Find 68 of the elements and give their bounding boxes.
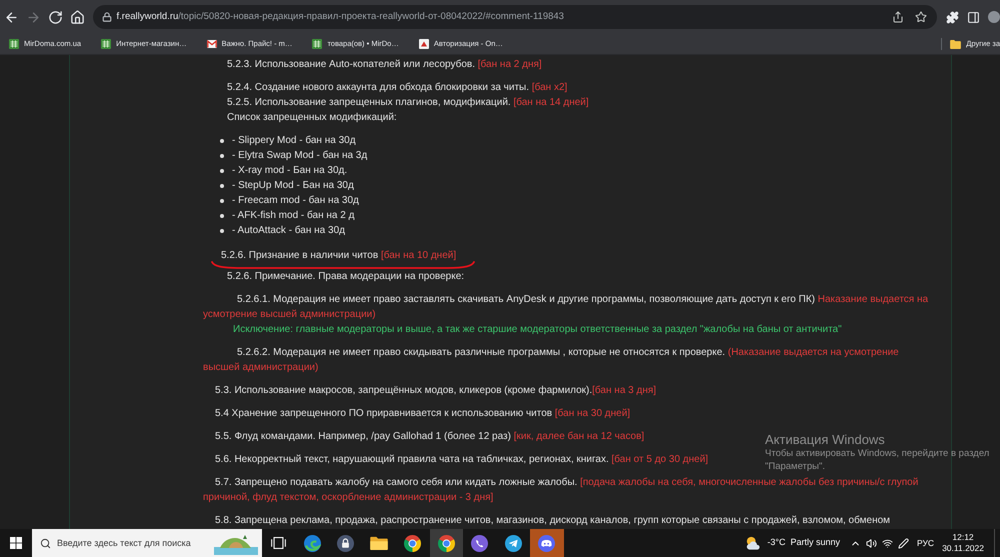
rule-text: 5.5. Флуд командами. Например, /pay Gallohad 1 (более 12 раз) [кик, далее бан на 12 часов] [214, 430, 644, 444]
rule-text: 5.2.6. Признание в наличии читов [бан на 10 дней] [221, 250, 458, 261]
list-item: - X-ray mod - Бан на 30д. [232, 164, 348, 178]
side-panel-icon[interactable] [966, 10, 980, 24]
lock-icon [102, 12, 112, 22]
language-indicator[interactable]: РУС [917, 536, 934, 550]
rule-text: 5.2.6. Примечание. Права модерации на проверке: [226, 270, 464, 284]
bullet-icon [220, 214, 224, 218]
phone-bubble-icon [471, 534, 488, 552]
bullet-icon [220, 198, 224, 202]
bullet-icon [220, 138, 224, 142]
folder-icon [370, 536, 388, 550]
list-item: - AFK-fish mod - бан на 2 д [232, 209, 354, 223]
bullet-icon [220, 168, 224, 172]
extensions-icon[interactable] [946, 10, 959, 24]
wifi-icon[interactable] [882, 538, 894, 548]
clock-time[interactable]: 12:12 [952, 532, 974, 543]
pen-icon[interactable] [898, 538, 910, 548]
activation-title: Активация Windows [765, 432, 886, 448]
rule-text: 5.2.6.2. Модерация не имеет право скидывать различные программы , которые не относятся к проверке. (Наказание выдается на усмотрение высшей администрации) [203, 346, 900, 375]
rule-text: 5.2.5. Использование запрещенных плагинов, модификаций. [бан на 14 дней] [226, 96, 589, 110]
page-favicon-icon [418, 39, 429, 49]
rule-text: 5.4 Хранение запрещенного ПО приравнивается к использованию читов [бан на 30 дней] [214, 407, 630, 421]
temperature-text: -3°C [767, 536, 786, 550]
grid-favicon-icon [312, 39, 322, 49]
bullet-icon [220, 228, 224, 232]
browser-logo-icon [404, 534, 422, 552]
bullet-icon [220, 154, 224, 158]
grid-favicon-icon [9, 39, 19, 49]
taskbar-app-button[interactable] [430, 529, 463, 557]
rule-text: 5.3. Использование макросов, запрещённых модов, кликеров (кроме фармилок).[бан на 3 дня] [214, 384, 656, 398]
rule-text: 5.2.4. Создание нового аккаунта для обхода блокировки за читы. [бан x2] [226, 81, 568, 95]
game-controller-icon [538, 534, 556, 552]
bullet-icon [220, 184, 224, 188]
address-field[interactable]: f.reallyworld.ru/topic/50820-новая-редакция-правил-проекта-reallyworld-от-08042022/#comment-119843 [92, 5, 937, 29]
speaker-icon[interactable] [866, 538, 878, 548]
list-item: - Freecam mod - бан на 30д [232, 194, 359, 208]
home-icon [70, 10, 86, 24]
rule-text: 5.2.3. Использование Auto-копателей или лесорубов. [бан на 2 дня] [226, 58, 542, 72]
rule-text: 5.6. Некорректный текст, нарушающий правила чата на табличках, регионах, книгах. [бан от 5 до 30 дней] [214, 453, 708, 467]
windows-logo-icon [10, 537, 22, 549]
reload-icon [48, 10, 64, 24]
list-heading: Список запрещенных модификаций: [226, 111, 397, 125]
share-icon[interactable] [892, 11, 904, 23]
rule-text: 5.7. Запрещено подавать жалобу на самого себя или кидать ложные жалобы. [подача жалобы на себя, многочисленные жалобы без причины/с глупой причиной, флуд текстом, оскорбление администрации - 3 дня] [203, 476, 920, 505]
browser-logo-icon [438, 534, 455, 552]
padlock-icon [337, 534, 354, 552]
search-field[interactable]: Введите здесь текст для поиска [32, 529, 262, 557]
task-view-icon [271, 537, 286, 549]
search-icon [40, 538, 51, 548]
clock-date[interactable]: 30.11.2022 [942, 543, 984, 554]
sun-cloud-icon [745, 536, 762, 550]
grid-favicon-icon [101, 39, 112, 49]
rule-text: 5.2.6.1. Модерация не имеет право заставлять скачивать AnyDesk и другие программы, позволяющие дать доступ к его ПК) Наказание выдается на усмотрение высшей администрации) [203, 293, 930, 322]
exception-text: Исключение: главные модераторы и выше, а так же старшие модераторы ответственные за раздел "жалобы на баны от античита" [232, 323, 842, 337]
list-item: - Slippery Mod - бан на 30д [232, 134, 356, 148]
activation-text: Чтобы активировать Windows, перейдите в раздел "Параметры". [765, 448, 990, 473]
list-item: - AutoAttack - бан на 30д [232, 224, 345, 238]
list-item: - StepUp Mod - Бан на 30д [232, 179, 354, 193]
swirl-icon [304, 534, 321, 552]
mail-icon [206, 40, 217, 48]
avatar-icon[interactable] [988, 11, 1000, 23]
rule-text: 5.8. Запрещена реклама, продажа, распространение читов, магазинов, дискорд каналов, групп которые связаны с продажей, взломом, обменом [214, 514, 890, 528]
bookmark-star-icon[interactable] [914, 11, 927, 23]
folder-icon [950, 40, 962, 48]
weather-text: Partly sunny [790, 536, 840, 550]
paper-plane-icon [504, 534, 522, 552]
list-item: - Elytra Swap Mod - бан на 3д [232, 149, 368, 163]
